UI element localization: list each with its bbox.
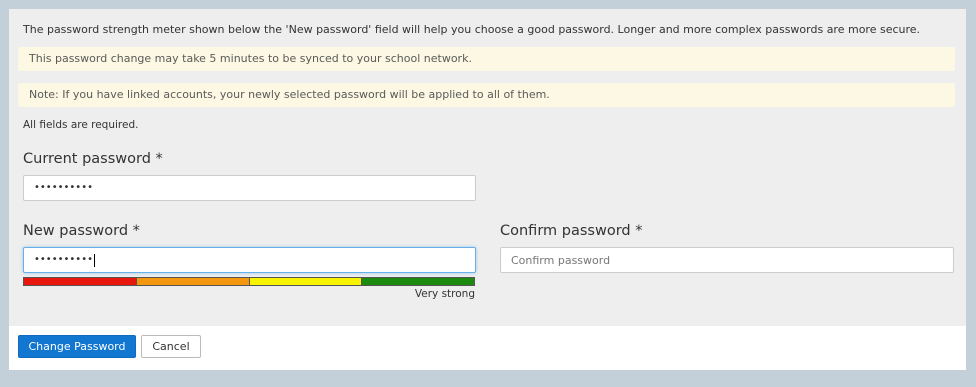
strength-segment-1	[24, 278, 137, 285]
current-password-value: ••••••••••	[34, 182, 93, 193]
new-password-input[interactable]: ••••••••••	[23, 247, 476, 273]
strength-segment-3	[249, 278, 363, 285]
strength-segment-4	[362, 278, 474, 285]
change-password-button[interactable]: Change Password	[18, 335, 136, 358]
current-password-input[interactable]: ••••••••••	[23, 175, 476, 201]
new-password-label: New password *	[23, 223, 140, 239]
sync-notice: This password change may take 5 minutes …	[18, 47, 955, 71]
password-strength-meter	[23, 277, 475, 286]
form-panel: The password strength meter shown below …	[9, 9, 966, 326]
cancel-button[interactable]: Cancel	[141, 335, 201, 358]
linked-accounts-notice: Note: If you have linked accounts, your …	[18, 83, 955, 107]
page-frame: The password strength meter shown below …	[9, 9, 966, 370]
required-note: All fields are required.	[23, 119, 139, 131]
strength-label: Very strong	[414, 288, 475, 300]
strength-segment-2	[136, 278, 250, 285]
text-caret	[93, 253, 95, 267]
intro-text: The password strength meter shown below …	[23, 23, 921, 36]
new-password-value: ••••••••••	[34, 254, 93, 265]
confirm-password-input[interactable]	[500, 247, 954, 273]
current-password-label: Current password *	[23, 151, 163, 167]
confirm-password-label: Confirm password *	[500, 223, 643, 239]
